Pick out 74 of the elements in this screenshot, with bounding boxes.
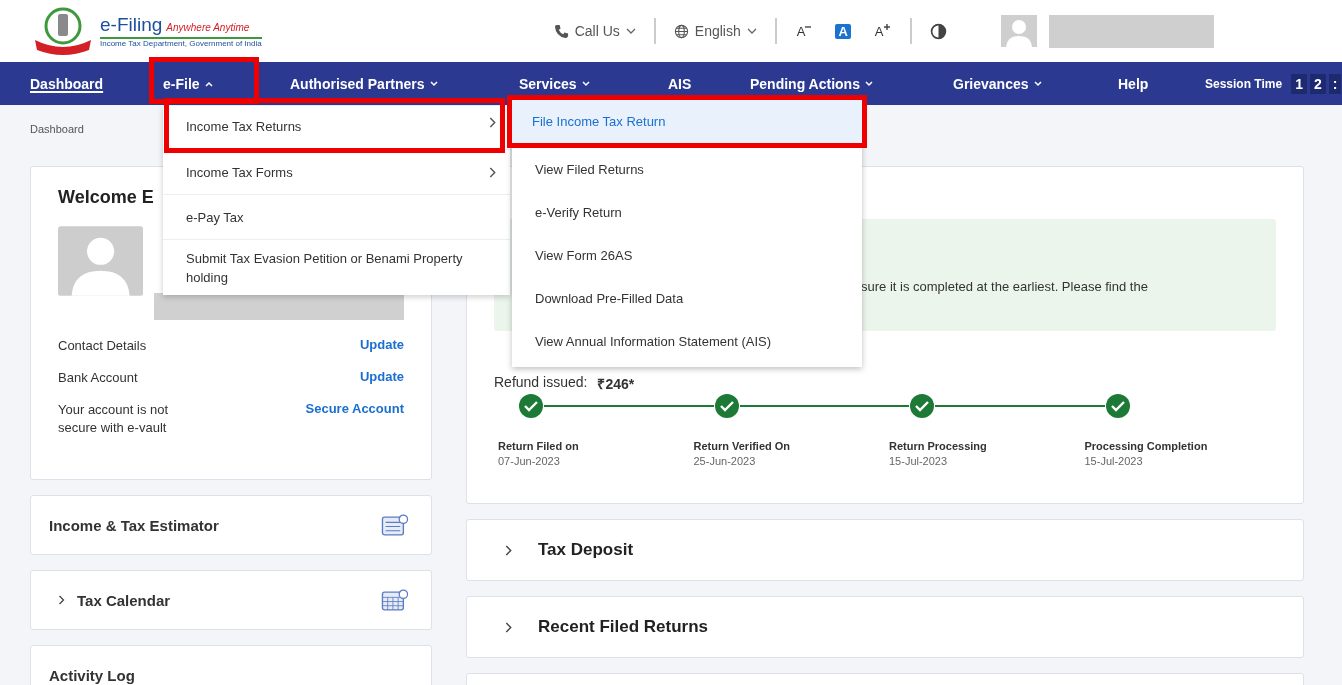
submenu-item[interactable]: View Form 26AS: [512, 234, 862, 277]
step-label: Return Verified On: [693, 440, 792, 452]
logo-tagline: Anywhere Anytime: [166, 22, 250, 33]
session-label: Session Time: [1205, 76, 1283, 91]
side-card[interactable]: Income & Tax Estimator: [30, 495, 432, 555]
step-label: Processing Completion: [1084, 440, 1209, 452]
submenu-item[interactable]: Download Pre-Filled Data: [512, 277, 862, 320]
submenu-item[interactable]: File Income Tax Return: [512, 100, 862, 143]
chevron-icon: [505, 621, 512, 633]
calendar-icon: [381, 588, 409, 612]
nav-tab[interactable]: Help: [1118, 62, 1149, 105]
caret-icon: [428, 80, 439, 87]
caret-icon: [580, 80, 591, 87]
section-card[interactable]: Recent Filed Returns: [466, 596, 1304, 658]
action-link[interactable]: Update: [359, 337, 404, 352]
menu-item[interactable]: Income Tax Returns: [163, 106, 510, 150]
contrast-icon[interactable]: [929, 22, 947, 40]
section-title: Recent Filed Returns: [538, 617, 709, 637]
language-button[interactable]: English: [673, 23, 757, 39]
action-link[interactable]: Secure Account: [305, 401, 404, 416]
nav-tab[interactable]: Authorised Partners: [290, 62, 439, 105]
plus-icon: [883, 23, 890, 30]
logo-title: e-Filing: [100, 14, 163, 36]
font-size-button[interactable]: A: [794, 23, 814, 39]
submenu-item[interactable]: e-Verify Return: [512, 191, 862, 234]
caret-icon: [863, 80, 874, 87]
chevron-icon: [746, 28, 757, 34]
submenu-item[interactable]: View Annual Information Statement (AIS): [512, 320, 862, 363]
logo-subtitle: Income Tax Department, Government of India: [100, 39, 262, 48]
calculator-icon: [381, 513, 409, 537]
breadcrumb[interactable]: Dashboard: [30, 123, 84, 135]
submenu-item[interactable]: View Filed Returns: [512, 148, 862, 191]
side-card[interactable]: Tax Calendar: [30, 570, 432, 630]
welcome-title: Welcome E: [58, 187, 155, 208]
nav-tab[interactable]: Dashboard: [30, 62, 104, 105]
minus-icon: [805, 23, 812, 30]
side-card[interactable]: Activity Log: [30, 645, 432, 685]
nav-tab[interactable]: e-File: [163, 62, 214, 105]
step-label: Return Processing: [889, 440, 988, 452]
chevron-icon: [58, 595, 65, 605]
timer-digit: 2: [1309, 73, 1326, 94]
font-size-button[interactable]: A: [835, 23, 851, 39]
step-label: Return Filed on: [498, 440, 580, 452]
row-label: Your account is not secure with e-vault: [58, 401, 170, 437]
phone-icon: [553, 23, 569, 39]
menu-item[interactable]: Income Tax Forms: [163, 150, 510, 195]
chevron-icon: [625, 28, 636, 34]
font-size-button[interactable]: A: [872, 23, 892, 39]
row-label: Contact Details: [58, 337, 148, 355]
section-card[interactable]: Tax Deposit: [466, 519, 1304, 581]
step-date: 25-Jun-2023: [693, 455, 757, 467]
avatar-icon: [58, 225, 144, 297]
timer-digit: 1: [1291, 73, 1307, 94]
step-date: 15-Jul-2023: [1084, 455, 1144, 467]
step-date: 15-Jul-2023: [889, 455, 949, 467]
section-title: Tax Deposit: [538, 540, 634, 560]
menu-item[interactable]: Submit Tax Evasion Petition or Benami Property holding: [163, 240, 510, 295]
notice-text: sure it is completed at the earliest. Please find the: [861, 279, 1148, 294]
caret-icon: [203, 80, 214, 87]
card-title: Income & Tax Estimator: [49, 516, 220, 534]
nav-tab[interactable]: Grievances: [953, 62, 1043, 105]
refund-label: Refund issued:: [494, 374, 588, 392]
step-date: 07-Jun-2023: [498, 455, 561, 467]
action-link[interactable]: Update: [359, 369, 404, 384]
globe-icon: [673, 23, 689, 39]
caret-icon: [1032, 80, 1043, 87]
refund-amount: ₹246*: [597, 375, 635, 393]
row-label: Bank Account: [58, 369, 139, 387]
call-us-button[interactable]: Call Us: [553, 23, 636, 39]
card-title: Activity Log: [49, 666, 136, 684]
timer-digit: :: [1328, 73, 1342, 94]
card-title: Tax Calendar: [77, 591, 172, 609]
menu-item[interactable]: e-Pay Tax: [163, 195, 510, 240]
chevron-icon: [505, 544, 512, 556]
